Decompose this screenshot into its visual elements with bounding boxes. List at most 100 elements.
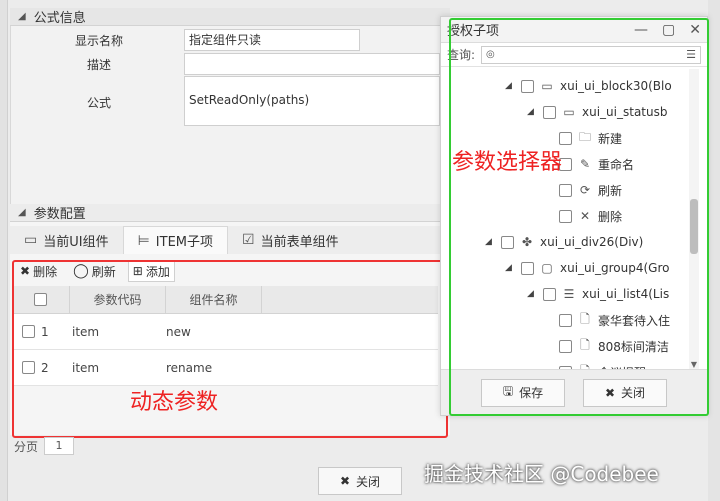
tree-checkbox[interactable]	[559, 183, 572, 197]
tree-node[interactable]: ◢ ✤ xui_ui_div26(Div)	[485, 231, 643, 253]
tree-scrollbar[interactable]: ▼	[689, 69, 699, 369]
formula-label: 公式	[86, 96, 111, 110]
node-type-icon: ▭	[563, 105, 575, 119]
params-tabs: ▭ 当前UI组件 ⊨ ITEM子项 ☑ 当前表单组件	[10, 226, 440, 254]
tab-current-form[interactable]: ☑ 当前表单组件	[228, 226, 353, 254]
tree-node-label: 重命名	[598, 157, 635, 172]
row-checkbox[interactable]	[22, 325, 35, 338]
select-all-checkbox[interactable]	[34, 293, 47, 306]
tree-checkbox[interactable]	[559, 209, 572, 223]
tree-node[interactable]: 🗋 豪华套待入住	[559, 309, 670, 331]
tree-node[interactable]: ◢ ▭ xui_ui_block30(Blo	[505, 75, 672, 97]
formula-section-header[interactable]: ◢ 公式信息	[10, 8, 450, 26]
cell-name: new	[166, 324, 191, 339]
node-type-icon: 🗋	[580, 337, 590, 352]
save-icon: 🖫	[502, 384, 514, 398]
expand-arrow-icon[interactable]: ◢	[485, 237, 495, 247]
tree-checkbox[interactable]	[559, 131, 572, 145]
row-select-cell: 2	[12, 361, 70, 375]
tree-checkbox[interactable]	[559, 339, 572, 353]
calendar-plus-icon: ⊞	[132, 264, 143, 278]
tab-current-ui[interactable]: ▭ 当前UI组件	[10, 226, 123, 254]
expand-arrow-icon[interactable]: ◢	[527, 289, 537, 299]
tree-checkbox[interactable]	[521, 261, 534, 275]
close-icon[interactable]: ✕	[689, 22, 701, 38]
scrollbar-thumb[interactable]	[690, 199, 698, 254]
tree-node[interactable]: ✎ 重命名	[559, 153, 634, 175]
tree-node-label: xui_ui_group4(Gro	[560, 261, 670, 275]
maximize-icon[interactable]: ▢	[662, 22, 675, 38]
dynamic-params-annotation: 动态参数	[130, 390, 219, 415]
expand-arrow-icon[interactable]: ◢	[505, 263, 515, 273]
dialog-close-button[interactable]: ✖ 关闭	[583, 378, 667, 407]
authorize-subitems-dialog: 授权子项 — ▢ ✕ 查询: ◎ ☰ ◢ ▭ xui_ui_block30(Blo ◢…	[440, 16, 708, 416]
params-section-title: 参数配置	[33, 207, 86, 222]
table-row[interactable]: 1 item new	[12, 314, 438, 350]
column-header[interactable]: 组件名称	[166, 286, 262, 313]
right-edge-strip	[708, 0, 720, 501]
pager-label: 分页	[14, 439, 39, 454]
tree-node[interactable]: ◢ ☰ xui_ui_list4(Lis	[527, 283, 669, 305]
node-type-icon: ✎	[579, 157, 591, 171]
params-section-header[interactable]: ◢ 参数配置	[10, 204, 440, 222]
table-row[interactable]: 2 item rename	[12, 350, 438, 386]
add-label: 添加	[145, 264, 170, 279]
collapse-icon[interactable]: ◢	[18, 11, 26, 22]
close-icon: ✖	[604, 385, 616, 400]
grid-header: 参数代码 组件名称	[12, 286, 438, 314]
pager-input[interactable]: 1	[44, 437, 75, 455]
tree-node-label: xui_ui_list4(Lis	[582, 287, 670, 301]
tree-node[interactable]: ✕ 删除	[559, 205, 622, 227]
expand-arrow-icon[interactable]: ◢	[527, 107, 537, 117]
row-checkbox[interactable]	[22, 361, 35, 374]
formula-section-title: 公式信息	[33, 11, 86, 26]
display-name-label: 显示名称	[74, 33, 123, 48]
list-icon[interactable]: ☰	[686, 48, 696, 61]
expand-arrow-icon[interactable]: ◢	[505, 81, 515, 91]
node-type-icon: ☰	[563, 287, 575, 301]
tree-checkbox[interactable]	[543, 287, 556, 301]
node-type-icon: 🗋	[580, 311, 590, 326]
tree-node[interactable]: ◢ ▢ xui_ui_group4(Gro	[505, 257, 669, 279]
refresh-icon: ◯	[73, 263, 89, 279]
tree-checkbox[interactable]	[543, 105, 556, 119]
scroll-down-icon[interactable]: ▼	[689, 360, 699, 369]
window-icon: ▭	[24, 232, 38, 248]
cell-code: item	[72, 360, 100, 375]
tree-node[interactable]: ⟳ 刷新	[559, 179, 622, 201]
cell-code: item	[72, 324, 100, 339]
tree-node[interactable]: 🗋会议提醒	[559, 361, 646, 369]
tree-checkbox[interactable]	[521, 79, 534, 93]
watermark: 掘金技术社区 @Codebee	[424, 462, 659, 486]
add-button[interactable]: ⊞ 添加	[127, 260, 175, 282]
node-type-icon: ▢	[541, 261, 553, 275]
tree-checkbox[interactable]	[559, 313, 572, 327]
tree-icon: ⊨	[137, 232, 150, 249]
collapse-icon[interactable]: ◢	[18, 207, 26, 218]
save-button[interactable]: 🖫 保存	[481, 378, 565, 407]
tree-node[interactable]: ◢ ▭ xui_ui_statusb	[527, 101, 667, 123]
tree-node-label: 808标间清洁	[598, 339, 669, 354]
desc-input[interactable]	[184, 53, 440, 75]
display-name-input[interactable]: 指定组件只读	[184, 29, 360, 51]
tab-item-subitems[interactable]: ⊨ ITEM子项	[122, 226, 229, 254]
refresh-button[interactable]: ◯ 刷新	[69, 260, 120, 282]
tree-node-label: 刷新	[598, 183, 623, 198]
close-button[interactable]: ✖ 关闭	[318, 467, 402, 495]
tree-node-label: 新建	[598, 131, 623, 146]
left-edge-strip	[0, 0, 8, 501]
tree-node[interactable]: 🗀 新建	[559, 127, 622, 149]
column-header[interactable]: 参数代码	[70, 286, 166, 313]
query-label: 查询:	[447, 48, 476, 62]
tree-node-label: 删除	[598, 209, 623, 224]
delete-button[interactable]: ✖ 删除	[16, 260, 61, 282]
dialog-footer: 🖫 保存 ✖ 关闭	[441, 369, 707, 415]
dialog-titlebar[interactable]: 授权子项 — ▢ ✕	[441, 17, 707, 43]
formula-input[interactable]: SetReadOnly(paths)	[184, 76, 440, 126]
node-type-icon: ▭	[541, 79, 553, 93]
query-input[interactable]: ◎ ☰	[481, 45, 701, 64]
tree-checkbox[interactable]	[501, 235, 514, 249]
tree-node[interactable]: 🗋 808标间清洁	[559, 335, 669, 357]
row-number: 1	[41, 324, 49, 339]
minimize-icon[interactable]: —	[634, 22, 648, 38]
